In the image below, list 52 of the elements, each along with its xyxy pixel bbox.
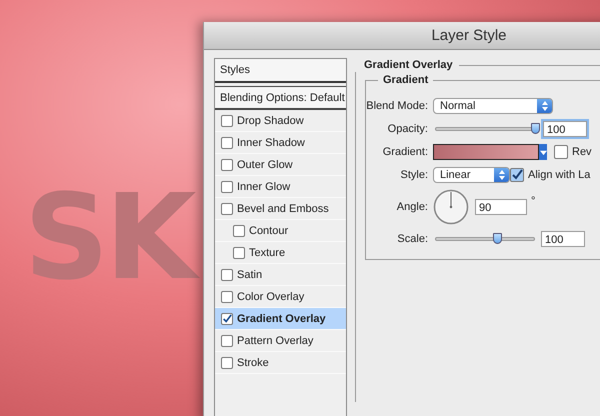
style-item[interactable]: Satin [215,264,346,286]
style-item[interactable]: Contour [215,220,346,242]
style-item[interactable]: Stroke [215,352,346,374]
style-label: Style: [399,169,428,181]
blending-options-item[interactable]: Blending Options: Default [215,86,346,110]
checkbox[interactable] [221,180,233,192]
checkbox[interactable] [554,145,568,159]
reverse-label: Rev [572,146,592,158]
checkbox[interactable] [221,312,233,324]
checkbox[interactable] [221,356,233,368]
style-dropdown[interactable]: Linear [433,167,510,183]
align-label: Align with La [528,169,590,181]
style-item[interactable]: Inner Shadow [215,132,346,154]
gradient-label: Gradient: [382,146,428,158]
blend-mode-label: Blend Mode: [366,100,428,112]
checkbox[interactable] [221,268,233,280]
scale-slider[interactable] [433,233,537,245]
checkbox[interactable] [233,246,245,258]
stepper-icon [537,99,552,113]
slider-thumb[interactable] [493,233,502,244]
slider-thumb[interactable] [530,123,540,134]
opacity-field[interactable]: 100 [543,121,587,137]
window-title: Layer Style [431,27,507,44]
angle-dial[interactable] [433,189,469,225]
scale-field[interactable]: 100 [541,231,585,247]
blend-mode-dropdown[interactable]: Normal [433,98,553,114]
scale-label: Scale: [396,233,428,245]
checkbox[interactable] [221,136,233,148]
group-title: Gradient [378,74,434,86]
style-item[interactable]: Bevel and Emboss [215,198,346,220]
style-item[interactable]: Texture [215,242,346,264]
checkbox[interactable] [221,290,233,302]
checkbox[interactable] [221,334,233,346]
section-title: Gradient Overlay [363,59,453,71]
opacity-slider[interactable] [433,123,537,135]
style-item[interactable]: Drop Shadow [215,110,346,132]
degree-unit: ° [531,195,536,207]
style-item[interactable]: Inner Glow [215,176,346,198]
opacity-label: Opacity: [386,123,428,135]
checkbox[interactable] [221,114,233,126]
style-item[interactable]: Outer Glow [215,154,346,176]
gradient-swatch[interactable] [433,144,539,160]
checkbox[interactable] [221,158,233,170]
checkbox[interactable] [510,168,524,182]
angle-field[interactable]: 90 [475,199,527,215]
checkbox[interactable] [221,202,233,214]
style-item[interactable]: Gradient Overlay [215,308,346,330]
stepper-icon [494,168,509,182]
checkbox[interactable] [233,224,245,236]
angle-label: Angle: [396,201,428,213]
styles-header[interactable]: Styles [215,59,346,83]
style-item[interactable]: Pattern Overlay [215,330,346,352]
